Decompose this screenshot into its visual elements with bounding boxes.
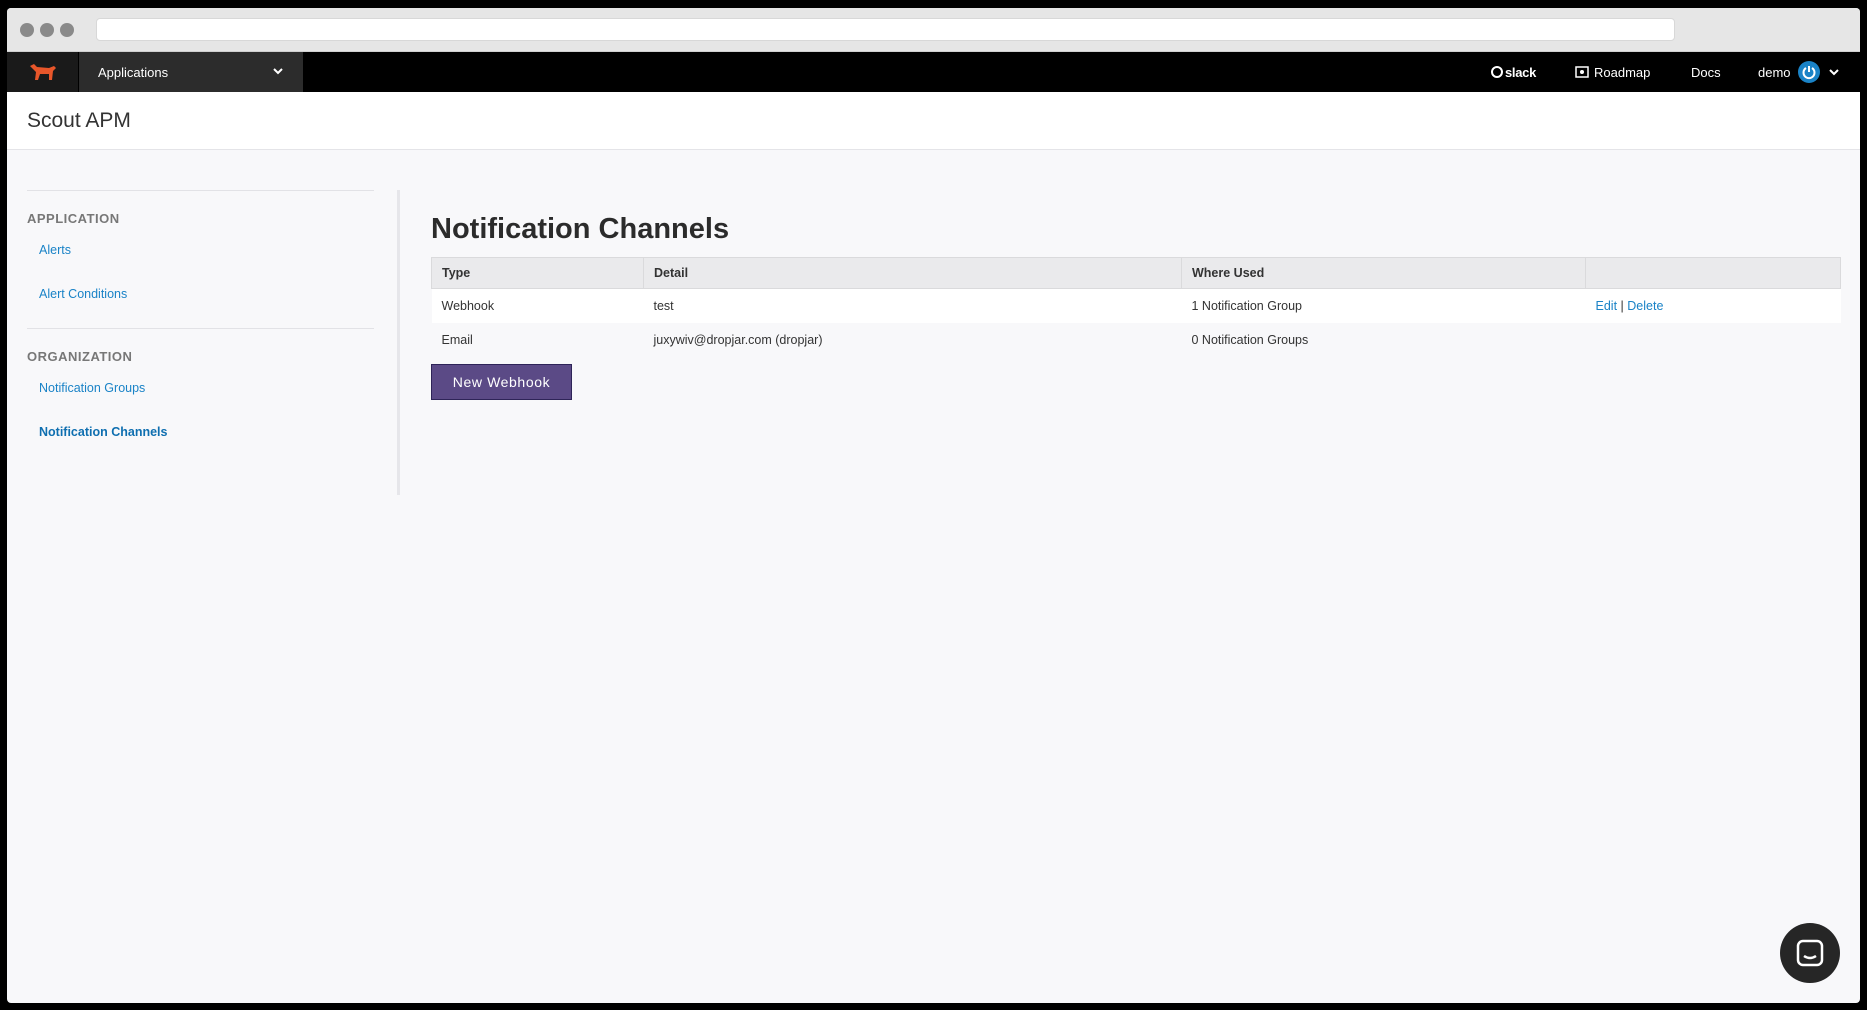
cell-detail: test — [643, 288, 1182, 323]
top-nav: Applications slack Roadmap Docs demo — [7, 52, 1860, 92]
roadmap-link[interactable]: Roadmap — [1575, 52, 1650, 92]
section-title: Notification Channels — [431, 213, 730, 245]
edit-link[interactable]: Edit — [1596, 299, 1618, 313]
cell-detail: juxywiv@dropjar.com (dropjar) — [643, 322, 1182, 357]
page-header: Scout APM — [7, 92, 1860, 150]
applications-label: Applications — [98, 64, 169, 80]
map-icon — [1575, 66, 1589, 78]
cell-where-used: 1 Notification Group — [1181, 288, 1586, 323]
table-row: Email juxywiv@dropjar.com (dropjar) 0 No… — [431, 322, 1841, 357]
docs-label: Docs — [1691, 64, 1721, 80]
user-menu[interactable]: demo — [1758, 52, 1840, 92]
column-header-where-used: Where Used — [1181, 257, 1586, 289]
sidebar-item-notification-groups[interactable]: Notification Groups — [27, 378, 374, 422]
action-separator: | — [1620, 298, 1624, 313]
chevron-down-icon — [273, 68, 283, 75]
cell-actions: Edit | Delete — [1585, 288, 1841, 323]
sidebar-item-alert-conditions[interactable]: Alert Conditions — [27, 284, 374, 328]
sidebar-separator — [397, 190, 400, 495]
scout-logo[interactable] — [7, 52, 78, 92]
browser-chrome — [7, 8, 1860, 52]
minimize-window-dot[interactable] — [40, 23, 54, 37]
chevron-down-icon — [1828, 69, 1839, 76]
sidebar-section-application: APPLICATION — [27, 211, 120, 226]
cell-type: Email — [431, 322, 644, 357]
applications-dropdown[interactable]: Applications — [79, 52, 303, 92]
main-content: Notification Channels Type Detail Where … — [431, 208, 1841, 400]
sidebar-section-organization: ORGANIZATION — [27, 349, 133, 364]
roadmap-label: Roadmap — [1594, 64, 1651, 80]
chat-icon — [1796, 939, 1824, 967]
slack-link[interactable]: slack — [1491, 52, 1536, 92]
sidebar-item-notification-channels[interactable]: Notification Channels — [27, 422, 374, 466]
close-window-dot[interactable] — [20, 23, 34, 37]
sidebar-item-alerts[interactable]: Alerts — [27, 240, 374, 284]
column-header-detail: Detail — [643, 257, 1182, 289]
chat-launcher[interactable] — [1780, 923, 1840, 983]
zoom-window-dot[interactable] — [60, 23, 74, 37]
sidebar: APPLICATION Alerts Alert Conditions ORGA… — [27, 190, 374, 466]
new-webhook-button[interactable]: New Webhook — [431, 363, 572, 400]
delete-link[interactable]: Delete — [1627, 299, 1663, 313]
channels-table: Type Detail Where Used Webhook test 1 No… — [431, 257, 1841, 357]
table-row: Webhook test 1 Notification Group Edit |… — [431, 288, 1841, 323]
dog-logo-icon — [29, 64, 56, 80]
docs-link[interactable]: Docs — [1691, 52, 1721, 92]
cell-where-used: 0 Notification Groups — [1181, 322, 1586, 357]
address-bar[interactable] — [96, 18, 1675, 41]
column-header-type: Type — [431, 257, 644, 289]
slack-icon — [1491, 66, 1503, 78]
user-label: demo — [1758, 64, 1791, 80]
table-header-row: Type Detail Where Used — [431, 257, 1841, 289]
cell-actions — [1585, 322, 1841, 357]
cell-type: Webhook — [431, 288, 644, 323]
power-icon — [1797, 61, 1820, 83]
column-header-actions — [1585, 257, 1841, 289]
page-title: Scout APM — [27, 109, 131, 132]
slack-label: slack — [1505, 64, 1537, 80]
browser-window: Applications slack Roadmap Docs demo Sco… — [7, 8, 1860, 1003]
